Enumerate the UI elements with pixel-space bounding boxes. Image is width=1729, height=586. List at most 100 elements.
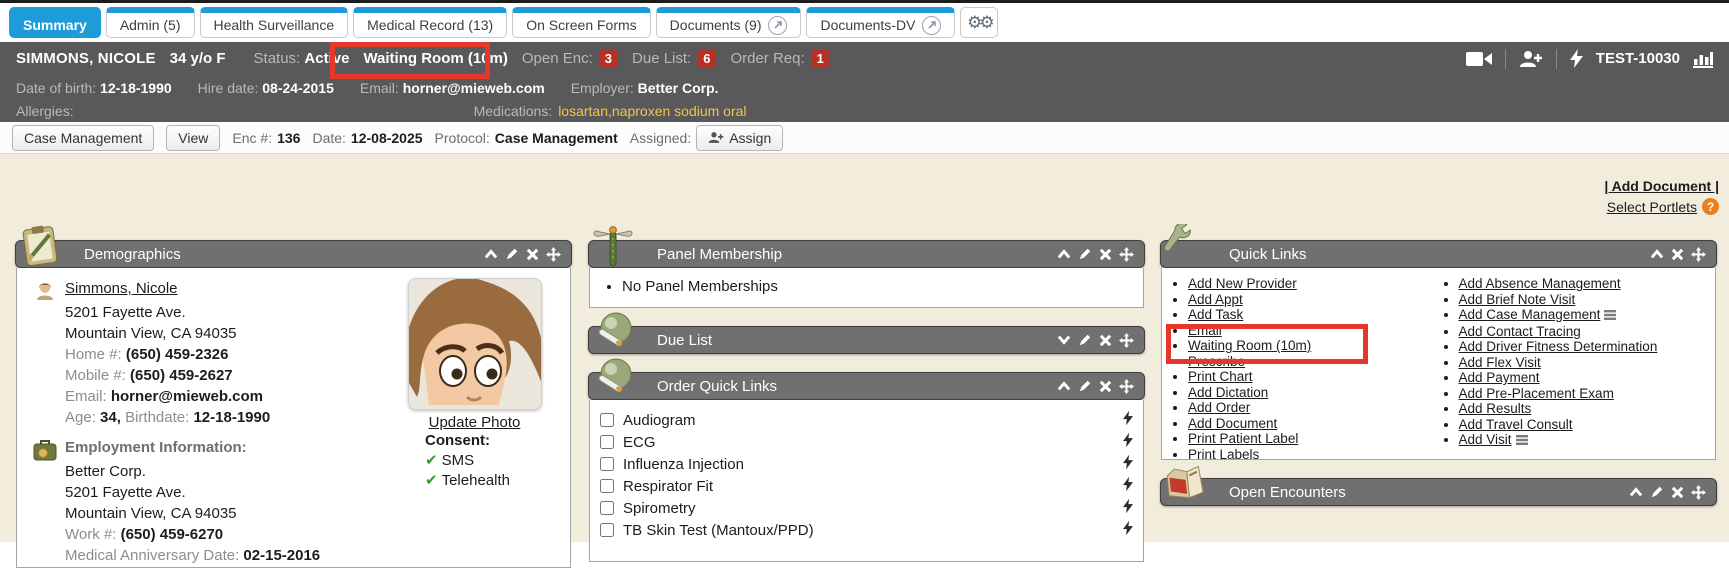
demographics-header[interactable]: Demographics	[15, 240, 572, 268]
collapse-icon[interactable]	[1650, 248, 1664, 260]
quick-link[interactable]: Print Chart	[1188, 369, 1253, 384]
quick-links-col1: Add New Provider Add Appt Add Task Email…	[1168, 276, 1439, 453]
email-value: horner@mieweb.com	[111, 386, 263, 407]
order-checkbox[interactable]	[600, 457, 614, 471]
help-icon[interactable]: ?	[1702, 198, 1719, 215]
medication-link[interactable]: losartan	[558, 103, 608, 119]
external-link-icon[interactable]	[922, 16, 941, 35]
thermometer-orb-icon	[590, 356, 638, 400]
lightning-bolt-icon[interactable]	[1123, 454, 1133, 474]
quick-link[interactable]: Add Results	[1459, 401, 1532, 416]
lightning-bolt-icon[interactable]	[1123, 520, 1133, 540]
view-button[interactable]: View	[166, 125, 220, 151]
move-icon[interactable]	[1119, 333, 1134, 348]
tab-documents-dv[interactable]: Documents-DV	[806, 7, 955, 38]
assign-button[interactable]: Assign	[696, 125, 783, 151]
move-icon[interactable]	[1691, 247, 1706, 262]
open-enc-badge[interactable]: 3	[599, 50, 618, 67]
quick-link[interactable]: Add Case Management	[1459, 307, 1601, 322]
collapse-icon[interactable]	[1057, 380, 1071, 392]
edit-pencil-icon[interactable]	[1078, 247, 1092, 261]
lightning-bolt-icon[interactable]	[1570, 49, 1583, 68]
settings-gears-icon[interactable]: ⚙⚙	[960, 7, 998, 38]
summary-page: | Add Document | Select Portlets ? Demog…	[0, 154, 1729, 542]
quick-link[interactable]: Add Document	[1188, 416, 1277, 431]
edit-pencil-icon[interactable]	[1078, 333, 1092, 347]
lightning-bolt-icon[interactable]	[1123, 410, 1133, 430]
order-checkbox[interactable]	[600, 413, 614, 427]
tab-medical-record[interactable]: Medical Record (13)	[353, 7, 507, 38]
video-camera-icon[interactable]	[1466, 51, 1492, 67]
home-phone-label: Home #:	[65, 344, 122, 365]
add-document-link[interactable]: | Add Document |	[1604, 178, 1719, 194]
close-icon[interactable]	[1671, 248, 1684, 261]
order-quick-links-header[interactable]: Order Quick Links	[588, 372, 1145, 400]
clipboard-icon	[17, 224, 65, 268]
quick-links-header[interactable]: Quick Links	[1160, 240, 1717, 268]
lightning-bolt-icon[interactable]	[1123, 432, 1133, 452]
quick-link[interactable]: Add Pre-Placement Exam	[1459, 386, 1614, 401]
edit-pencil-icon[interactable]	[1078, 379, 1092, 393]
quick-link[interactable]: Add Travel Consult	[1459, 417, 1573, 432]
select-portlets-link[interactable]: Select Portlets	[1607, 199, 1697, 215]
quick-link[interactable]: Add Contact Tracing	[1459, 324, 1581, 339]
collapse-icon[interactable]	[1057, 248, 1071, 260]
close-icon[interactable]	[526, 248, 539, 261]
quick-link[interactable]: Add Driver Fitness Determination	[1459, 339, 1658, 354]
collapse-icon[interactable]	[484, 248, 498, 260]
patient-photo[interactable]	[408, 278, 542, 410]
quick-link[interactable]: Add Absence Management	[1459, 276, 1621, 291]
lightning-bolt-icon[interactable]	[1123, 498, 1133, 518]
close-icon[interactable]	[1099, 334, 1112, 347]
move-icon[interactable]	[1691, 485, 1706, 500]
quick-link[interactable]: Add Payment	[1459, 370, 1540, 385]
order-checkbox[interactable]	[600, 479, 614, 493]
expand-icon[interactable]	[1057, 334, 1071, 346]
move-icon[interactable]	[1119, 247, 1134, 262]
tab-label: Summary	[23, 17, 87, 33]
tab-documents[interactable]: Documents (9)	[656, 7, 802, 38]
open-encounters-portlet: Open Encounters	[1160, 478, 1717, 506]
edit-pencil-icon[interactable]	[505, 247, 519, 261]
quick-link[interactable]: Add New Provider	[1188, 276, 1297, 291]
quick-link[interactable]: Add Visit	[1459, 432, 1512, 447]
patient-id: TEST-10030	[1596, 50, 1680, 67]
quick-link[interactable]: Add Flex Visit	[1459, 355, 1541, 370]
external-link-icon[interactable]	[768, 16, 787, 35]
open-encounters-header[interactable]: Open Encounters	[1160, 478, 1717, 506]
edit-pencil-icon[interactable]	[1650, 485, 1664, 499]
collapse-icon[interactable]	[1629, 486, 1643, 498]
quick-link[interactable]: Add Dictation	[1188, 385, 1268, 400]
patient-name-link[interactable]: Simmons, Nicole	[65, 278, 178, 299]
tab-summary[interactable]: Summary	[9, 7, 101, 38]
due-list-badge[interactable]: 6	[697, 50, 716, 67]
move-icon[interactable]	[546, 247, 561, 262]
tab-on-screen-forms[interactable]: On Screen Forms	[512, 7, 650, 38]
update-photo-link[interactable]: Update Photo	[429, 414, 521, 431]
quick-link[interactable]: Print Labels	[1188, 447, 1259, 461]
tab-health-surveillance[interactable]: Health Surveillance	[200, 7, 349, 38]
panel-membership-header[interactable]: Panel Membership	[588, 240, 1145, 268]
add-person-icon[interactable]	[1519, 50, 1543, 68]
tab-admin[interactable]: Admin (5)	[106, 7, 195, 38]
close-icon[interactable]	[1099, 380, 1112, 393]
close-icon[interactable]	[1671, 486, 1684, 499]
quick-link[interactable]: Print Patient Label	[1188, 431, 1298, 446]
medication-link[interactable]: naproxen sodium oral	[612, 103, 747, 119]
order-label: Influenza Injection	[623, 456, 744, 473]
quick-link[interactable]: Add Task	[1188, 307, 1243, 322]
quick-link[interactable]: Add Brief Note Visit	[1459, 292, 1576, 307]
order-req-badge[interactable]: 1	[811, 50, 830, 67]
quick-link[interactable]: Add Appt	[1188, 292, 1243, 307]
order-checkbox[interactable]	[600, 435, 614, 449]
chart-icon[interactable]	[1693, 50, 1713, 68]
order-checkbox[interactable]	[600, 501, 614, 515]
move-icon[interactable]	[1119, 379, 1134, 394]
lightning-bolt-icon[interactable]	[1123, 476, 1133, 496]
close-icon[interactable]	[1099, 248, 1112, 261]
enc-label: Enc #:	[232, 130, 272, 146]
case-management-button[interactable]: Case Management	[12, 125, 154, 151]
order-checkbox[interactable]	[600, 523, 614, 537]
due-list-header[interactable]: Due List	[588, 326, 1145, 354]
quick-link[interactable]: Add Order	[1188, 400, 1250, 415]
